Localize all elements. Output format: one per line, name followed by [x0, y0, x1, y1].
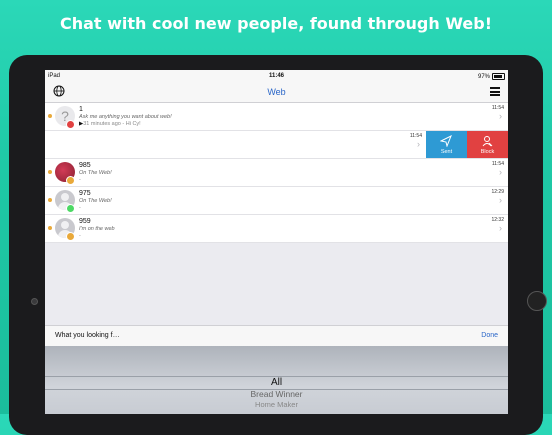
chat-preview: I'm on the web	[79, 226, 115, 232]
status-badge	[66, 176, 75, 185]
chat-meta-text: 31 minutes ago - Hi Cy!	[83, 121, 141, 127]
battery-icon	[492, 73, 505, 80]
chat-name: 1	[79, 106, 83, 113]
status-badge	[66, 232, 75, 241]
camera	[31, 298, 38, 305]
picker-option[interactable]: All	[45, 377, 508, 388]
chevron-right-icon: ›	[499, 111, 502, 121]
battery-indicator: 97%	[478, 73, 505, 80]
looking-for-picker[interactable]: All Bread Winner Home Maker	[45, 346, 508, 414]
chat-row-swiped[interactable]: 11:54 › Sent Block	[45, 131, 508, 159]
sent-action-button[interactable]: Sent	[426, 131, 467, 158]
chevron-right-icon: ›	[499, 223, 502, 233]
clock: 11:46	[268, 73, 284, 79]
block-action-button[interactable]: Block	[467, 131, 508, 158]
picker-question: What you looking f…	[55, 332, 120, 339]
chevron-right-icon: ›	[499, 195, 502, 205]
chat-row[interactable]: 959 I'm on the web - 12:32 ›	[45, 215, 508, 243]
picker-toolbar: What you looking f… Done	[45, 325, 508, 347]
status-badge	[66, 120, 75, 129]
chat-list: ? 1 Ask me anything you want about web! …	[45, 103, 508, 243]
app-screen: iPad 11:46 97% Web ? 1 Ask me anything y…	[45, 70, 508, 414]
menu-icon[interactable]	[490, 87, 500, 96]
unread-dot	[48, 114, 52, 118]
block-icon	[482, 136, 493, 147]
chat-time: 11:54	[491, 161, 504, 167]
chat-name: 985	[79, 162, 91, 169]
send-icon	[440, 135, 452, 147]
picker-option[interactable]: Bread Winner	[45, 389, 508, 399]
chat-preview: On The Web!	[79, 198, 112, 204]
status-badge	[66, 204, 75, 213]
nav-bar: Web	[45, 82, 508, 103]
chat-row[interactable]: 985 On The Web! - 11:54 ›	[45, 159, 508, 187]
picker-option[interactable]: Home Maker	[45, 400, 508, 409]
chat-meta: -	[79, 233, 81, 239]
sent-label: Sent	[440, 149, 453, 155]
chat-row[interactable]: 975 On The Web! - 12:29 ›	[45, 187, 508, 215]
status-bar: iPad 11:46 97%	[45, 70, 508, 82]
chat-time: 12:29	[491, 189, 504, 195]
chat-meta: ▶31 minutes ago - Hi Cy!	[79, 121, 141, 127]
battery-percent: 97%	[477, 74, 490, 81]
nav-title: Web	[267, 87, 286, 97]
chevron-right-icon: ›	[417, 139, 420, 149]
chat-time: 12:32	[491, 217, 504, 223]
chevron-right-icon: ›	[499, 167, 502, 177]
home-button[interactable]	[527, 291, 547, 311]
chat-name: 975	[79, 190, 91, 197]
block-label: Block	[480, 149, 495, 155]
chat-name: 959	[79, 218, 91, 225]
chat-preview: Ask me anything you want about web!	[79, 114, 172, 120]
promo-headline: Chat with cool new people, found through…	[59, 14, 493, 33]
unread-dot	[48, 226, 52, 230]
chat-preview: On The Web!	[79, 170, 112, 176]
unread-dot	[48, 198, 52, 202]
chat-row[interactable]: ? 1 Ask me anything you want about web! …	[45, 103, 508, 131]
done-button[interactable]: Done	[481, 332, 498, 339]
chat-time: 11:54	[409, 133, 422, 139]
chat-time: 11:54	[491, 105, 504, 111]
unread-dot	[48, 170, 52, 174]
chat-meta: -	[79, 205, 81, 211]
chat-meta: -	[79, 177, 81, 183]
